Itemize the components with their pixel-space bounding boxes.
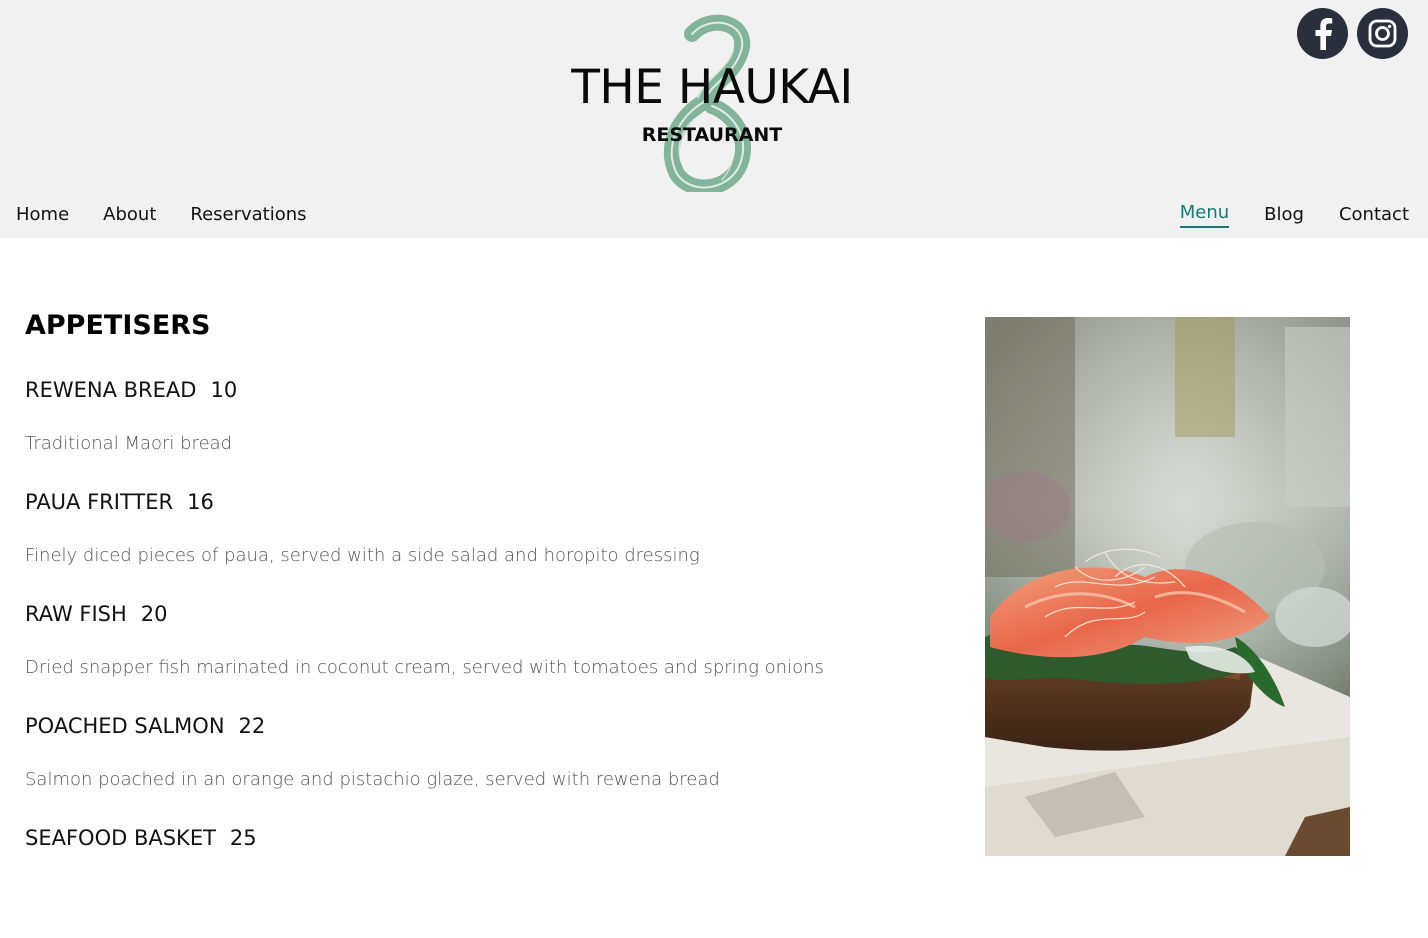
menu-item-heading: REWENA BREAD 10 bbox=[25, 378, 925, 402]
instagram-button[interactable] bbox=[1357, 8, 1408, 59]
menu-item: SEAFOOD BASKET 25 bbox=[25, 826, 925, 938]
nav-menu[interactable]: Menu bbox=[1179, 202, 1230, 228]
menu-item-name: REWENA BREAD bbox=[25, 378, 197, 402]
menu-item: RAW FISH 20 Dried snapper fish marinated … bbox=[25, 602, 925, 714]
menu-item-description: Finely diced pieces of paua, served with… bbox=[25, 545, 700, 566]
logo-subtitle: RESTAURANT bbox=[641, 124, 783, 146]
nav-about[interactable]: About bbox=[103, 202, 156, 228]
menu-item: REWENA BREAD 10 Traditional Maori bread bbox=[25, 378, 925, 490]
site-header: THE HAUKAI RESTAURANT Home About Reserva… bbox=[0, 0, 1428, 238]
main-nav-left: Home About Reservations bbox=[16, 202, 307, 228]
menu-item-heading: RAW FISH 20 bbox=[25, 602, 925, 626]
menu-item-heading: SEAFOOD BASKET 25 bbox=[25, 826, 925, 850]
menu-item-price: 20 bbox=[140, 602, 168, 626]
section-title: APPETISERS bbox=[25, 310, 211, 341]
menu-item-price: 22 bbox=[238, 714, 266, 738]
nav-contact[interactable]: Contact bbox=[1339, 202, 1409, 228]
salmon-toast-image bbox=[985, 317, 1350, 856]
social-links bbox=[1297, 8, 1408, 59]
facebook-button[interactable] bbox=[1297, 8, 1348, 59]
menu-item-description: Salmon poached in an orange and pistachi… bbox=[25, 769, 720, 790]
menu-item: POACHED SALMON 22 Salmon poached in an or… bbox=[25, 714, 925, 826]
menu-list: REWENA BREAD 10 Traditional Maori bread P… bbox=[25, 378, 925, 938]
menu-item-description: Dried snapper fish marinated in coconut … bbox=[25, 657, 824, 678]
facebook-icon bbox=[1315, 18, 1333, 50]
menu-item-name: SEAFOOD BASKET bbox=[25, 826, 216, 850]
menu-item-name: RAW FISH bbox=[25, 602, 127, 626]
main-nav-right: Menu Blog Contact bbox=[1179, 202, 1409, 228]
logo[interactable]: THE HAUKAI RESTAURANT bbox=[566, 14, 866, 192]
menu-item-heading: POACHED SALMON 22 bbox=[25, 714, 925, 738]
menu-item: PAUA FRITTER 16 Finely diced pieces of pa… bbox=[25, 490, 925, 602]
menu-item-name: POACHED SALMON bbox=[25, 714, 225, 738]
logo-title: THE HAUKAI bbox=[571, 60, 853, 115]
food-photo bbox=[985, 317, 1350, 856]
menu-item-price: 16 bbox=[187, 490, 214, 514]
menu-page: APPETISERS REWENA BREAD 10 Traditional Ma… bbox=[0, 238, 1428, 856]
menu-item-heading: PAUA FRITTER 16 bbox=[25, 490, 925, 514]
instagram-icon bbox=[1368, 19, 1397, 48]
nav-home[interactable]: Home bbox=[16, 202, 69, 228]
nav-blog[interactable]: Blog bbox=[1264, 202, 1304, 228]
menu-item-price: 10 bbox=[210, 378, 238, 402]
nav-reservations[interactable]: Reservations bbox=[190, 202, 306, 228]
menu-item-description: Traditional Maori bread bbox=[25, 433, 233, 454]
menu-item-price: 25 bbox=[229, 826, 257, 850]
menu-item-name: PAUA FRITTER bbox=[25, 490, 174, 514]
